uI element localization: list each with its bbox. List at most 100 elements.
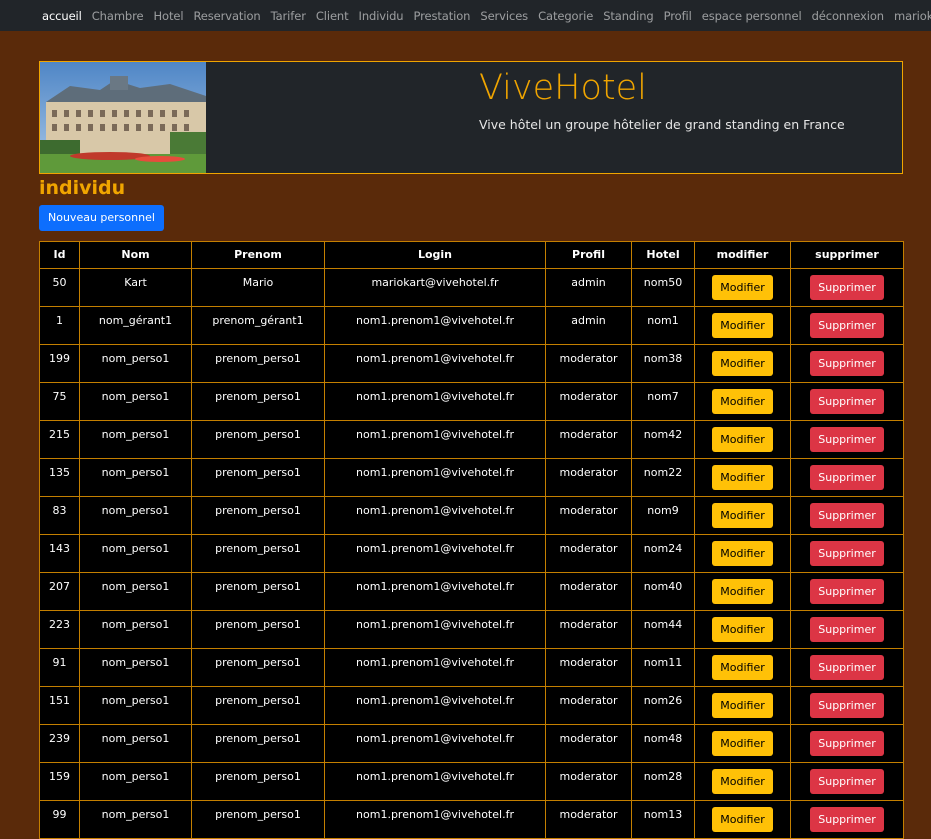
delete-button[interactable]: Supprimer: [810, 617, 884, 642]
cell-hotel: nom9: [631, 496, 695, 535]
new-staff-button[interactable]: Nouveau personnel: [39, 205, 164, 231]
delete-button[interactable]: Supprimer: [810, 769, 884, 794]
hotel-value: nom40: [643, 580, 683, 593]
profil-value: moderator: [559, 504, 618, 517]
cell-prenom: prenom_perso1: [191, 648, 325, 687]
edit-button[interactable]: Modifier: [712, 617, 773, 642]
cell-hotel: nom40: [631, 572, 695, 611]
id-value: 199: [49, 352, 70, 365]
cell-id: 239: [39, 724, 80, 763]
cell-id: 99: [39, 800, 80, 839]
nav-link-11[interactable]: Profil: [664, 9, 692, 23]
cell-hotel: nom28: [631, 762, 695, 801]
delete-button[interactable]: Supprimer: [810, 693, 884, 718]
prenom-value: prenom_perso1: [215, 808, 301, 821]
nav-link-5[interactable]: Client: [316, 9, 349, 23]
cell-hotel: nom42: [631, 420, 695, 459]
cell-hotel: nom1: [631, 306, 695, 345]
id-value: 91: [52, 656, 67, 669]
table-row: 159 nom_perso1 prenom_perso1 nom1.prenom1@v…: [39, 762, 904, 801]
delete-button[interactable]: Supprimer: [810, 351, 884, 376]
table-row: 75 nom_perso1 prenom_perso1 nom1.prenom1@vi…: [39, 382, 904, 421]
nav-link-6[interactable]: Individu: [359, 9, 404, 23]
cell-prenom: prenom_perso1: [191, 724, 325, 763]
delete-button[interactable]: Supprimer: [810, 427, 884, 452]
hotel-value: nom42: [643, 428, 683, 441]
cell-profil: moderator: [545, 610, 632, 649]
edit-button[interactable]: Modifier: [712, 389, 773, 414]
nav-link-2[interactable]: Hotel: [153, 9, 183, 23]
nav-link-3[interactable]: Reservation: [193, 9, 260, 23]
nav-link-1[interactable]: Chambre: [92, 9, 144, 23]
cell-supprimer: Supprimer: [790, 724, 904, 763]
id-value: 215: [49, 428, 70, 441]
table-row: 223 nom_perso1 prenom_perso1 nom1.prenom1@v…: [39, 610, 904, 649]
delete-button[interactable]: Supprimer: [810, 465, 884, 490]
cell-modifier: Modifier: [694, 686, 791, 725]
delete-button[interactable]: Supprimer: [810, 731, 884, 756]
nom-value: nom_perso1: [101, 390, 170, 403]
edit-button[interactable]: Modifier: [712, 351, 773, 376]
nav-link-8[interactable]: Services: [480, 9, 528, 23]
delete-button[interactable]: Supprimer: [810, 389, 884, 414]
delete-button[interactable]: Supprimer: [810, 503, 884, 528]
top-navbar: accueil Chambre Hotel Reservation Tarifer Cli…: [0, 0, 931, 31]
edit-button[interactable]: Modifier: [712, 693, 773, 718]
edit-button[interactable]: Modifier: [712, 313, 773, 338]
delete-button[interactable]: Supprimer: [810, 655, 884, 680]
edit-button[interactable]: Modifier: [712, 427, 773, 452]
cell-id: 135: [39, 458, 80, 497]
nav-link-14[interactable]: mariokart@vivehotel.fr: [894, 9, 931, 23]
nav-link-12[interactable]: espace personnel: [702, 9, 802, 23]
cell-nom: nom_perso1: [79, 420, 192, 459]
nav-link-10[interactable]: Standing: [603, 9, 654, 23]
cell-id: 223: [39, 610, 80, 649]
cell-hotel: nom11: [631, 648, 695, 687]
cell-id: 215: [39, 420, 80, 459]
nav-link-13[interactable]: déconnexion: [812, 9, 885, 23]
delete-button[interactable]: Supprimer: [810, 579, 884, 604]
cell-id: 1: [39, 306, 80, 345]
id-value: 75: [52, 390, 67, 403]
cell-nom: nom_perso1: [79, 800, 192, 839]
login-value: nom1.prenom1@vivehotel.fr: [356, 504, 514, 517]
cell-prenom: prenom_perso1: [191, 420, 325, 459]
nav-link-0[interactable]: accueil: [42, 9, 82, 23]
nav-link-9[interactable]: Categorie: [538, 9, 593, 23]
delete-button[interactable]: Supprimer: [810, 313, 884, 338]
cell-login: nom1.prenom1@vivehotel.fr: [324, 800, 546, 839]
edit-button[interactable]: Modifier: [712, 275, 773, 300]
nav-link-4[interactable]: Tarifer: [271, 9, 306, 23]
edit-button[interactable]: Modifier: [712, 769, 773, 794]
edit-button[interactable]: Modifier: [712, 579, 773, 604]
cell-nom: nom_perso1: [79, 648, 192, 687]
edit-button[interactable]: Modifier: [712, 503, 773, 528]
delete-button[interactable]: Supprimer: [810, 541, 884, 566]
cell-id: 199: [39, 344, 80, 383]
edit-button[interactable]: Modifier: [712, 655, 773, 680]
nav-link-7[interactable]: Prestation: [414, 9, 471, 23]
cell-login: nom1.prenom1@vivehotel.fr: [324, 762, 546, 801]
delete-button[interactable]: Supprimer: [810, 275, 884, 300]
nom-value: nom_perso1: [101, 770, 170, 783]
edit-button[interactable]: Modifier: [712, 541, 773, 566]
cell-modifier: Modifier: [694, 306, 791, 345]
edit-button[interactable]: Modifier: [712, 465, 773, 490]
profil-value: moderator: [559, 580, 618, 593]
hotel-value: nom7: [647, 390, 679, 403]
profil-value: moderator: [559, 352, 618, 365]
cell-supprimer: Supprimer: [790, 306, 904, 345]
edit-button[interactable]: Modifier: [712, 807, 773, 832]
cell-login: nom1.prenom1@vivehotel.fr: [324, 382, 546, 421]
prenom-value: prenom_perso1: [215, 390, 301, 403]
edit-button[interactable]: Modifier: [712, 731, 773, 756]
delete-button[interactable]: Supprimer: [810, 807, 884, 832]
profil-value: moderator: [559, 428, 618, 441]
table-row: 1 nom_gérant1 prenom_gérant1 nom1.prenom1@v…: [39, 306, 904, 345]
cell-profil: moderator: [545, 686, 632, 725]
profil-value: admin: [571, 276, 606, 289]
id-value: 151: [49, 694, 70, 707]
profil-value: moderator: [559, 694, 618, 707]
cell-modifier: Modifier: [694, 344, 791, 383]
cell-login: nom1.prenom1@vivehotel.fr: [324, 610, 546, 649]
